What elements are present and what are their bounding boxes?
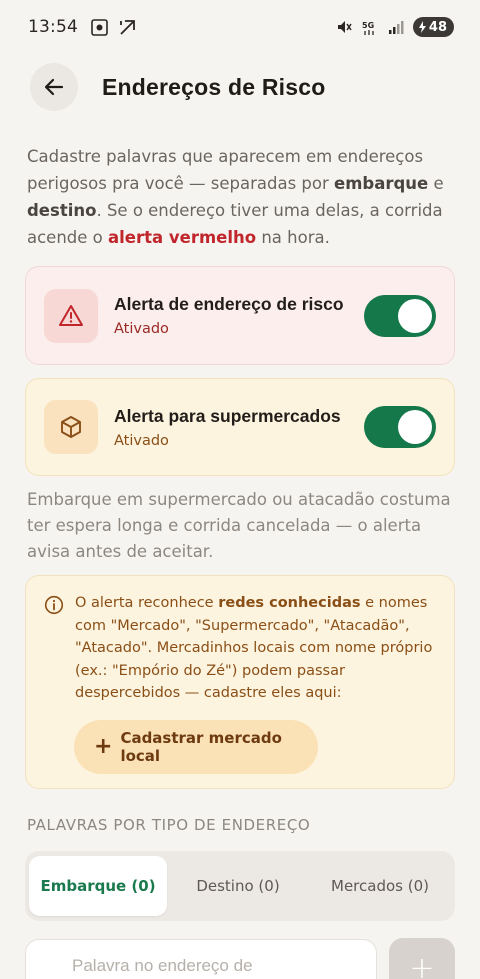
market-alert-title: Alerta para supermercados — [114, 405, 341, 426]
market-note: Embarque em supermercado ou atacadão cos… — [27, 490, 451, 561]
intro-part: na hora. — [256, 228, 330, 247]
screen-record-icon — [90, 18, 108, 36]
package-box-icon — [44, 400, 98, 454]
tab-mercados[interactable]: Mercados (0) — [309, 856, 451, 916]
arrow-left-icon — [44, 78, 64, 96]
plus-icon: + — [94, 733, 113, 759]
warning-triangle-icon — [44, 288, 98, 343]
market-info-box: O alerta reconhece redes conhecidas e no… — [25, 575, 455, 789]
intro-part: e — [428, 174, 444, 193]
status-bar: 13:54 5G 48 — [0, 0, 480, 54]
market-alert-toggle[interactable] — [364, 406, 436, 448]
tab-embarque[interactable]: Embarque (0) — [29, 856, 167, 916]
info-text: O alerta reconhece redes conhecidas e no… — [75, 592, 445, 705]
risk-alert-title: Alerta de endereço de risco — [114, 294, 344, 314]
battery-level: 48 — [428, 19, 447, 35]
section-label: PALAVRAS POR TIPO DE ENDEREÇO — [27, 816, 311, 834]
add-word-button[interactable]: + — [389, 938, 455, 979]
back-button[interactable] — [30, 63, 78, 111]
tab-destino[interactable]: Destino (0) — [167, 856, 309, 916]
market-alert-card: Alerta para supermercados Ativado — [25, 378, 455, 476]
info-part: O alerta reconhece — [75, 595, 219, 611]
risk-alert-card: Alerta de endereço de risco Ativado — [25, 266, 455, 365]
battery-icon: 48 — [412, 17, 454, 37]
address-type-tabs: Embarque (0) Destino (0) Mercados (0) — [25, 851, 455, 921]
page-title: Endereços de Risco — [102, 73, 326, 100]
header: Endereços de Risco — [30, 62, 456, 112]
toggle-knob — [398, 298, 432, 333]
mute-icon — [335, 18, 353, 36]
intro-bold-destino: destino — [27, 201, 97, 220]
add-local-market-label: Cadastrar mercado local — [120, 729, 282, 765]
intro-red-alert: alerta vermelho — [108, 228, 257, 247]
word-input[interactable]: Palavra no endereço de — [25, 939, 377, 979]
risk-alert-status: Ativado — [114, 321, 169, 337]
signal-icon — [387, 18, 405, 36]
navigation-arrow-icon — [118, 18, 136, 36]
info-bold: redes conhecidas — [218, 595, 361, 611]
intro-text: Cadastre palavras que aparecem em endere… — [27, 143, 457, 251]
market-alert-status: Ativado — [114, 432, 169, 449]
svg-text:5G: 5G — [362, 21, 374, 30]
intro-bold-embarque: embarque — [334, 174, 429, 193]
toggle-knob — [398, 410, 432, 444]
info-circle-icon — [44, 595, 64, 615]
5g-icon: 5G — [361, 18, 379, 36]
risk-alert-toggle[interactable] — [364, 294, 436, 337]
status-time: 13:54 — [28, 17, 78, 37]
add-local-market-button[interactable]: + Cadastrar mercado local — [74, 720, 318, 774]
